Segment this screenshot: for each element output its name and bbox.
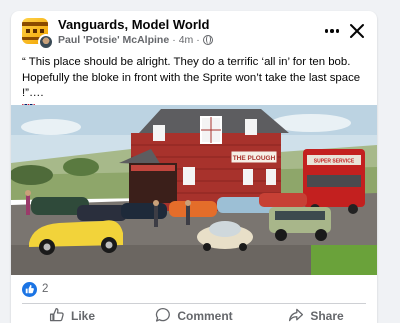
comment-icon — [156, 307, 171, 322]
share-icon — [289, 308, 304, 322]
model-village-scene: THE PLOUGH SUPER SERVICE — [11, 105, 377, 275]
post-photo[interactable]: THE PLOUGH SUPER SERVICE — [11, 105, 377, 275]
thumbs-up-icon — [49, 307, 64, 322]
author-avatar[interactable] — [38, 34, 54, 50]
post-header: Vanguards, Model World Paul 'Potsie' McA… — [11, 11, 377, 51]
close-icon — [350, 24, 364, 38]
like-reaction-icon — [22, 281, 37, 297]
post-meta: Paul 'Potsie' McAlpine · 4m · — [58, 34, 213, 46]
dot-icon — [330, 29, 334, 33]
author-name[interactable]: Paul 'Potsie' McAlpine — [58, 34, 169, 46]
more-options-button[interactable] — [322, 21, 342, 41]
comment-label: Comment — [177, 309, 233, 323]
bus-sign-text: SUPER SERVICE — [314, 159, 355, 165]
reaction-count: 2 — [42, 283, 49, 295]
dot-icon — [335, 29, 340, 33]
share-label: Share — [310, 309, 344, 323]
like-label: Like — [70, 309, 95, 323]
post-body: “ This place should be alright. They do … — [22, 56, 361, 99]
globe-icon — [202, 35, 213, 45]
share-button[interactable]: Share — [255, 304, 377, 323]
meta-separator: · — [196, 34, 200, 46]
post-card: Vanguards, Model World Paul 'Potsie' McA… — [11, 11, 377, 323]
reaction-summary[interactable]: 2 — [22, 281, 48, 297]
group-name[interactable]: Vanguards, Model World — [58, 17, 209, 32]
meta-separator: · — [172, 34, 176, 46]
like-button[interactable]: Like — [11, 304, 133, 323]
comment-button[interactable]: Comment — [133, 304, 255, 323]
dot-icon — [324, 29, 329, 33]
close-button[interactable] — [347, 21, 367, 41]
post-time[interactable]: 4m — [179, 34, 194, 46]
post-actions: Like Comment Share — [11, 304, 377, 323]
pub-sign-text: THE PLOUGH — [233, 155, 276, 162]
